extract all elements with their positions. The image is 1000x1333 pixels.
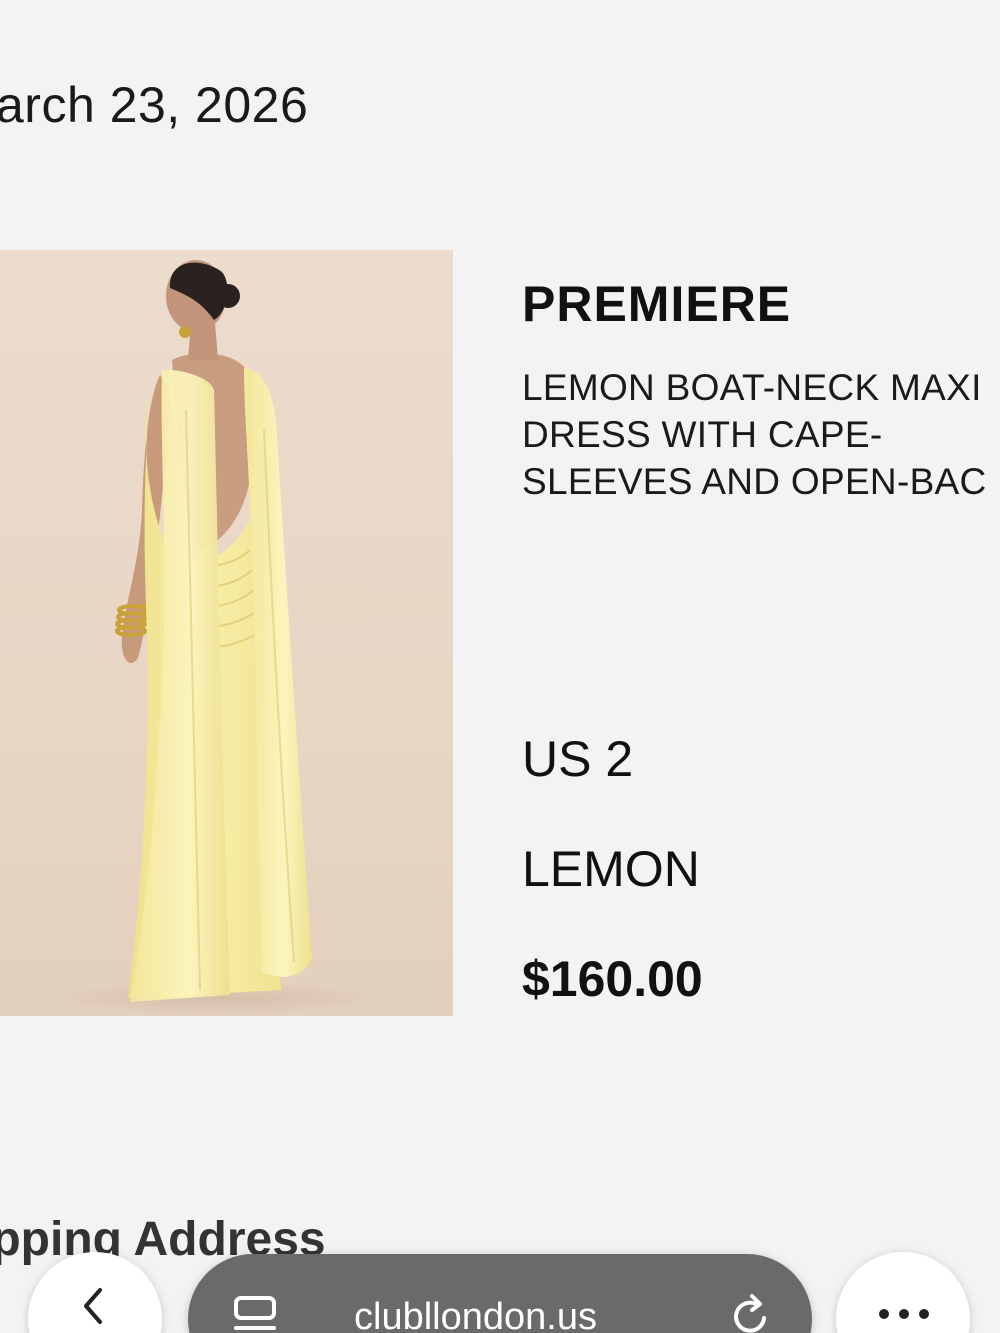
reload-icon[interactable] — [726, 1292, 774, 1333]
url-text[interactable]: clubllondon.us — [354, 1296, 597, 1333]
product-size: US 2 — [522, 731, 634, 787]
product-name-line: DRESS WITH CAPE- — [522, 414, 883, 455]
lemon-maxi-dress-photo — [55, 260, 375, 1014]
product-color: LEMON — [522, 841, 700, 897]
product-name-line: LEMON BOAT-NECK MAXI — [522, 367, 982, 408]
product-name-line: SLEEVES AND OPEN-BAC — [522, 461, 987, 502]
order-details-page: arch 23, 2026 PREMIERE LEMON BOAT-NECK M… — [0, 0, 1000, 1333]
more-button[interactable] — [836, 1252, 970, 1333]
product-name[interactable]: LEMON BOAT-NECK MAXI DRESS WITH CAPE- SL… — [522, 364, 1000, 504]
order-date: arch 23, 2026 — [0, 77, 309, 133]
more-dots-icon — [879, 1309, 929, 1319]
product-image[interactable] — [0, 250, 453, 1016]
tabs-icon[interactable] — [232, 1294, 278, 1333]
product-price: $160.00 — [522, 951, 703, 1007]
product-brand: PREMIERE — [522, 276, 792, 332]
chevron-left-icon — [84, 1288, 102, 1324]
address-bar[interactable]: clubllondon.us — [188, 1254, 812, 1333]
